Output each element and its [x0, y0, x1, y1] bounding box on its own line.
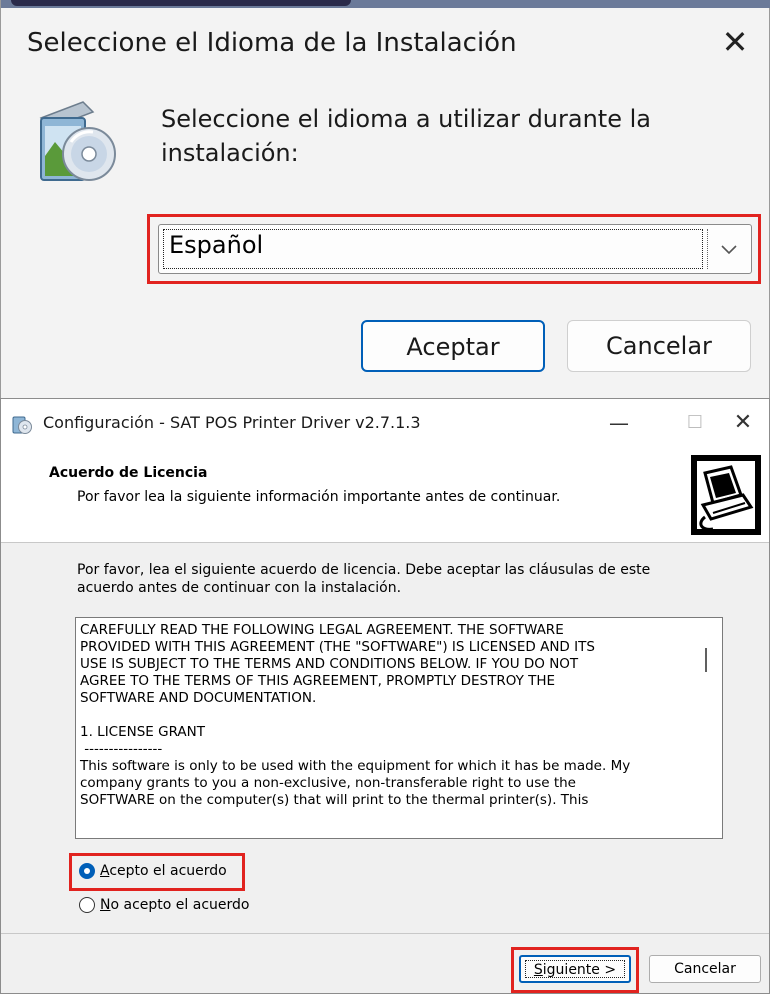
cancel-button[interactable]: Cancelar	[567, 320, 751, 372]
setup-wizard-window: Configuración - SAT POS Printer Driver v…	[0, 398, 770, 994]
page-title: Acuerdo de Licencia	[49, 465, 208, 481]
radio-label: No acepto el acuerdo	[100, 897, 250, 913]
close-icon[interactable]: ✕	[715, 22, 755, 62]
radio-label: Acepto el acuerdo	[100, 863, 227, 879]
maximize-icon: ☐	[686, 412, 704, 433]
window-title: Configuración - SAT POS Printer Driver v…	[43, 413, 421, 432]
radio-unchecked-icon[interactable]	[79, 897, 95, 913]
language-prompt: Seleccione el idioma a utilizar durante …	[161, 105, 651, 167]
divider	[1, 933, 769, 934]
license-textbox[interactable]: CAREFULLY READ THE FOLLOWING LEGAL AGREE…	[75, 617, 723, 839]
background-window-strip	[1, 0, 770, 8]
radio-checked-icon[interactable]	[79, 863, 95, 879]
setup-cd-icon	[39, 101, 116, 181]
license-text: CAREFULLY READ THE FOLLOWING LEGAL AGREE…	[80, 622, 631, 808]
wizard-header: Acuerdo de Licencia Por favor lea la sig…	[1, 447, 769, 543]
scrollbar-thumb[interactable]	[705, 648, 707, 672]
minimize-icon[interactable]: —	[597, 407, 641, 439]
background-window-fragment	[11, 0, 351, 6]
page-subtitle: Por favor lea la siguiente información i…	[77, 489, 561, 505]
license-intro-text: Por favor, lea el siguiente acuerdo de l…	[77, 562, 651, 596]
language-select-value: Español	[169, 231, 264, 259]
accept-button[interactable]: Aceptar	[361, 320, 545, 372]
close-icon[interactable]: ✕	[721, 407, 765, 439]
focus-rectangle	[525, 960, 625, 978]
language-dialog: Seleccione el Idioma de la Instalación ✕…	[0, 0, 770, 398]
scrollbar[interactable]	[694, 618, 722, 838]
setup-app-icon	[12, 416, 32, 434]
cancel-button[interactable]: Cancelar	[649, 955, 761, 983]
next-button[interactable]: Siguiente >	[519, 955, 631, 983]
select-separator	[707, 229, 708, 269]
dialog-title: Seleccione el Idioma de la Instalación	[27, 28, 517, 58]
language-select[interactable]: Español	[158, 224, 752, 274]
computer-icon	[691, 455, 761, 535]
chevron-down-icon[interactable]	[719, 239, 739, 259]
title-bar: Configuración - SAT POS Printer Driver v…	[1, 399, 769, 447]
